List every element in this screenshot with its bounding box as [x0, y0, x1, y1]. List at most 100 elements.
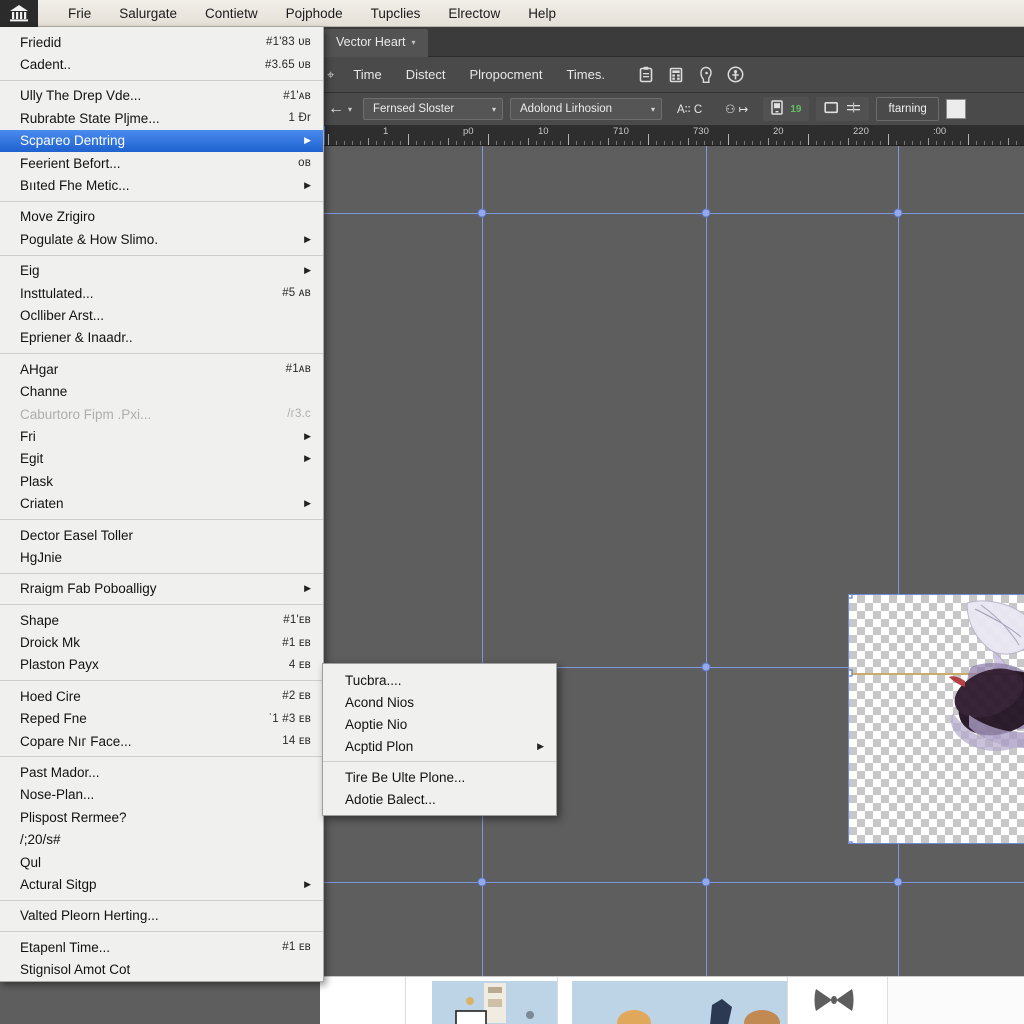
submenu-item[interactable]: Acond Nios [323, 691, 556, 713]
selection-handle[interactable] [893, 877, 903, 887]
menu-item[interactable]: Oclliber Arst... [0, 304, 323, 326]
option-time[interactable]: Time [341, 63, 393, 86]
ruler-tick [784, 141, 785, 145]
submenu-item[interactable]: Tucbra.... [323, 669, 556, 691]
menu-item[interactable]: Hoed Cire #2 ᴇʙ [0, 685, 323, 707]
guide-vertical[interactable] [706, 146, 707, 1003]
filmstrip-cell[interactable] [406, 977, 558, 1024]
menu-item[interactable]: Eig ▶ [0, 260, 323, 282]
distribute-button[interactable]: ⚇ ↦ [717, 97, 756, 121]
menu-item[interactable]: Criaten ▶ [0, 492, 323, 514]
menu-item[interactable]: Insttulated... #5 ᴀʙ [0, 282, 323, 304]
guide-vertical[interactable] [482, 146, 483, 1003]
head-outline-icon[interactable] [691, 62, 721, 88]
chevron-down-icon[interactable]: ▾ [411, 35, 415, 47]
menu-item[interactable]: HgJnie [0, 546, 323, 568]
artboard-handle[interactable] [849, 595, 853, 599]
home-icon[interactable] [0, 0, 38, 27]
filmstrip-cell[interactable] [788, 977, 888, 1024]
clipboard-icon[interactable] [631, 62, 661, 88]
submenu-item[interactable]: Aoptie Nio [323, 713, 556, 735]
menubar-item-pojphode[interactable]: Pojphode [272, 2, 357, 25]
filmstrip-cell[interactable] [558, 977, 788, 1024]
selection-handle[interactable] [701, 877, 711, 887]
menu-item[interactable]: Pogulate & How Slimo. ▶ [0, 228, 323, 250]
menubar-item-elrectow[interactable]: Elrectow [434, 2, 514, 25]
menu-item[interactable]: Ully The Drep Vde... #1'ᴀʙ [0, 85, 323, 107]
dropdown-menu[interactable]: Friedid #1'83 ᴜʙ Cadent.. #3.65 ᴜʙ Ully The … [0, 27, 324, 982]
menu-item[interactable]: Rraigm Fab Poboalligy ▶ [0, 578, 323, 600]
color-swatch[interactable] [945, 99, 966, 119]
menu-item[interactable]: Feerient Befort... ᴏʙ [0, 152, 323, 174]
menu-item[interactable]: Past Mador... [0, 761, 323, 783]
horizontal-ruler[interactable]: 1р01071073020220:00р0К0 [320, 126, 1024, 146]
menu-item[interactable]: Nose-Plan... [0, 784, 323, 806]
back-button[interactable]: ← ▾ [324, 100, 356, 118]
menu-item[interactable]: Droick Mk #1 ᴇʙ [0, 631, 323, 653]
menu-item[interactable]: Plaston Payx 4 ᴇʙ [0, 654, 323, 676]
menu-item[interactable]: Etapenl Time... #1 ᴇʙ [0, 936, 323, 958]
menu-item[interactable]: Move Zrigiro [0, 206, 323, 228]
submenu-item[interactable]: Tire Be Ulte Plone... [323, 766, 556, 788]
filmstrip[interactable] [320, 976, 1024, 1024]
ruler-tick [400, 141, 401, 145]
menu-item[interactable]: Copare Nıг Face... 14 ᴇʙ [0, 730, 323, 752]
menu-item[interactable]: Dector Easel Toller [0, 524, 323, 546]
menu-item[interactable]: /;20/ѕ# [0, 829, 323, 851]
menu-item[interactable]: Cadent.. #3.65 ᴜʙ [0, 53, 323, 75]
submenu-item[interactable]: Acptid Plon ▶ [323, 735, 556, 757]
menubar-item-salurgate[interactable]: Salurgate [105, 2, 191, 25]
menu-item[interactable]: Valted Pleorn Herting... [0, 905, 323, 927]
menu-item[interactable]: AHgar #1ᴀʙ [0, 358, 323, 380]
menu-item[interactable]: Plask [0, 470, 323, 492]
selection-handle[interactable] [893, 208, 903, 218]
menu-item[interactable]: Channe [0, 380, 323, 402]
canvas[interactable] [320, 146, 1024, 1003]
selection-handle[interactable] [701, 208, 711, 218]
menu-item[interactable]: Shape #1'ᴇʙ [0, 609, 323, 631]
menu-item[interactable]: Actural Sitgp ▶ [0, 873, 323, 895]
font-style-select[interactable]: Adolond Lirhosion ▾ [510, 98, 663, 120]
menubar-item-help[interactable]: Help [514, 2, 570, 25]
text-cursor-icon[interactable]: ⌖ [324, 67, 341, 83]
artboard-handle[interactable] [849, 669, 853, 677]
frame-icon [824, 101, 839, 117]
guide-horizontal[interactable] [320, 213, 1024, 214]
context-submenu[interactable]: Tucbra.... Acond Nios Aoptie Nio Acptid Plo… [322, 663, 557, 816]
guide-horizontal[interactable] [320, 882, 1024, 883]
selection-handle[interactable] [477, 877, 487, 887]
option-distect[interactable]: Distect [394, 63, 458, 86]
menu-item[interactable]: Epriener & Inaadr.. [0, 327, 323, 349]
menubar-item-contietw[interactable]: Contietw [191, 2, 272, 25]
menu-item[interactable]: Scpareo Dentring ▶ [0, 129, 323, 152]
selection-handle[interactable] [477, 208, 487, 218]
menu-item[interactable]: Bııted Fhe Metic... ▶ [0, 174, 323, 196]
document-tab[interactable]: Vector Heart ▾ [324, 29, 428, 57]
menu-item[interactable]: Stignisol Amot Cot [0, 958, 323, 980]
menu-item[interactable]: Qul [0, 851, 323, 873]
menu-item[interactable]: Rubrabte State Pljme... 1 Ðr [0, 107, 323, 129]
menubar-item-frie[interactable]: Frie [54, 2, 105, 25]
warning-button[interactable]: ftarning [876, 97, 939, 121]
artboard[interactable] [848, 594, 1024, 844]
artboard-handle[interactable] [849, 841, 853, 843]
menu-item[interactable]: Plispost Rermee? [0, 806, 323, 828]
font-family-select[interactable]: Fernsed Sloster ▾ [363, 98, 504, 120]
selection-handle[interactable] [701, 662, 711, 672]
menubar-item-tupclies[interactable]: Tupclies [357, 2, 435, 25]
guide-vertical[interactable] [898, 146, 899, 1003]
pages-group[interactable]: 19 [763, 97, 810, 121]
menu-item[interactable]: Egit ▶ [0, 448, 323, 470]
menu-item[interactable]: Fri ▶ [0, 425, 323, 447]
align-button[interactable]: A∶∶ C [669, 97, 710, 121]
option-times[interactable]: Times. [554, 63, 617, 86]
person-circle-icon[interactable] [721, 62, 751, 88]
frame-group[interactable] [816, 97, 870, 121]
menu-item[interactable]: Friedid #1'83 ᴜʙ [0, 31, 323, 53]
filmstrip-cell[interactable] [320, 977, 406, 1024]
ruler-tick [768, 138, 769, 145]
submenu-item[interactable]: Adotie Balect... [323, 788, 556, 810]
option-plropocment[interactable]: Plropocment [457, 63, 554, 86]
calculator-icon[interactable] [661, 62, 691, 88]
menu-item[interactable]: Reped Fne ˈ1 #3 ᴇʙ [0, 708, 323, 730]
